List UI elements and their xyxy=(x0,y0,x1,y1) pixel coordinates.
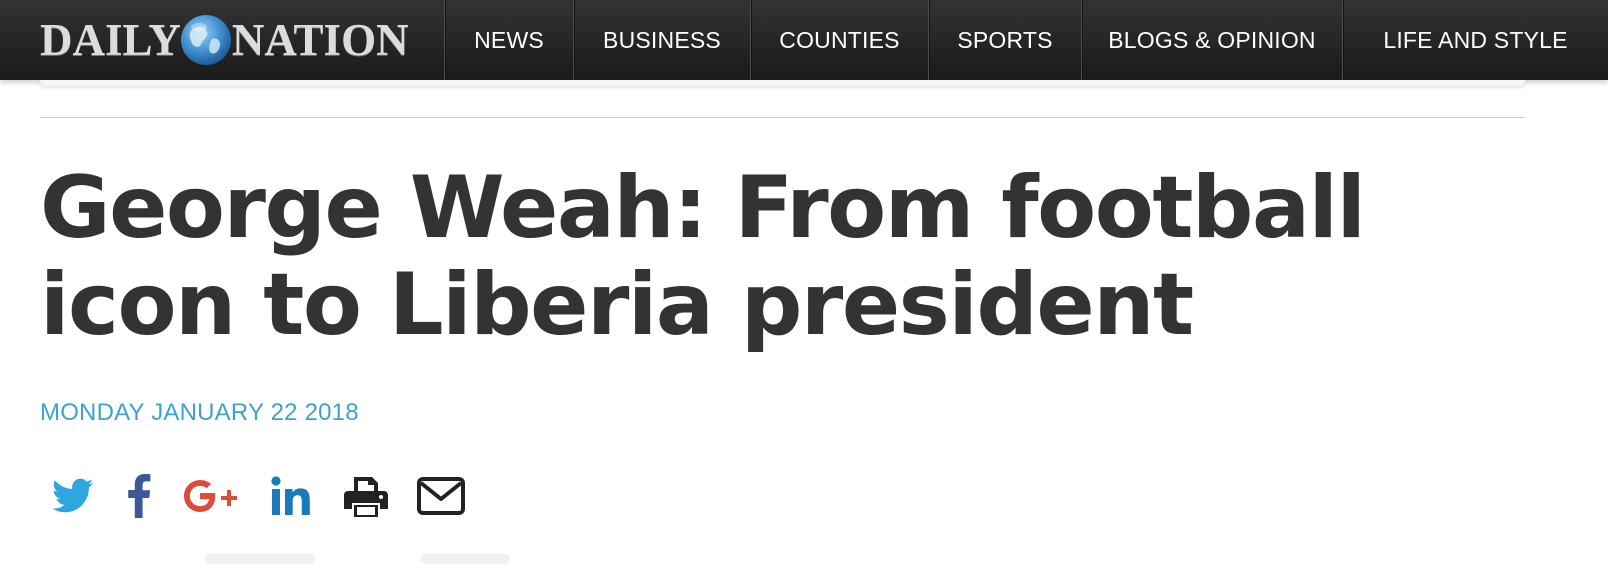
nav-item-sports[interactable]: SPORTS xyxy=(928,0,1081,80)
linkedin-icon[interactable] xyxy=(271,476,313,516)
nav-item-blogs-opinion[interactable]: BLOGS & OPINION xyxy=(1081,0,1342,80)
share-bar xyxy=(52,470,465,522)
header-divider xyxy=(40,117,1525,118)
main-nav: NEWS BUSINESS COUNTIES SPORTS BLOGS & OP… xyxy=(444,0,1608,80)
nav-item-news[interactable]: NEWS xyxy=(444,0,573,80)
logo-text-daily: DAILY xyxy=(40,15,181,65)
nav-item-life-and-style[interactable]: LIFE AND STYLE xyxy=(1342,0,1608,80)
article-headline: George Weah: From football icon to Liber… xyxy=(40,158,1366,355)
email-icon[interactable] xyxy=(417,477,465,515)
facebook-icon[interactable] xyxy=(125,474,153,518)
nav-item-counties[interactable]: COUNTIES xyxy=(750,0,928,80)
google-plus-icon[interactable] xyxy=(181,476,241,516)
next-content-hint xyxy=(0,548,1608,570)
print-icon[interactable] xyxy=(344,475,388,517)
logo-text-nation: NATION xyxy=(231,15,409,65)
nav-item-business[interactable]: BUSINESS xyxy=(573,0,750,80)
globe-icon xyxy=(179,13,233,67)
top-navigation-bar: DAILY NATION NEWS BUSINESS COUNTIES SPOR… xyxy=(0,0,1608,80)
article-date: MONDAY JANUARY 22 2018 xyxy=(40,399,359,426)
subnav-strip xyxy=(40,80,1525,86)
twitter-icon[interactable] xyxy=(52,478,94,514)
daily-nation-logo[interactable]: DAILY NATION xyxy=(0,0,444,80)
